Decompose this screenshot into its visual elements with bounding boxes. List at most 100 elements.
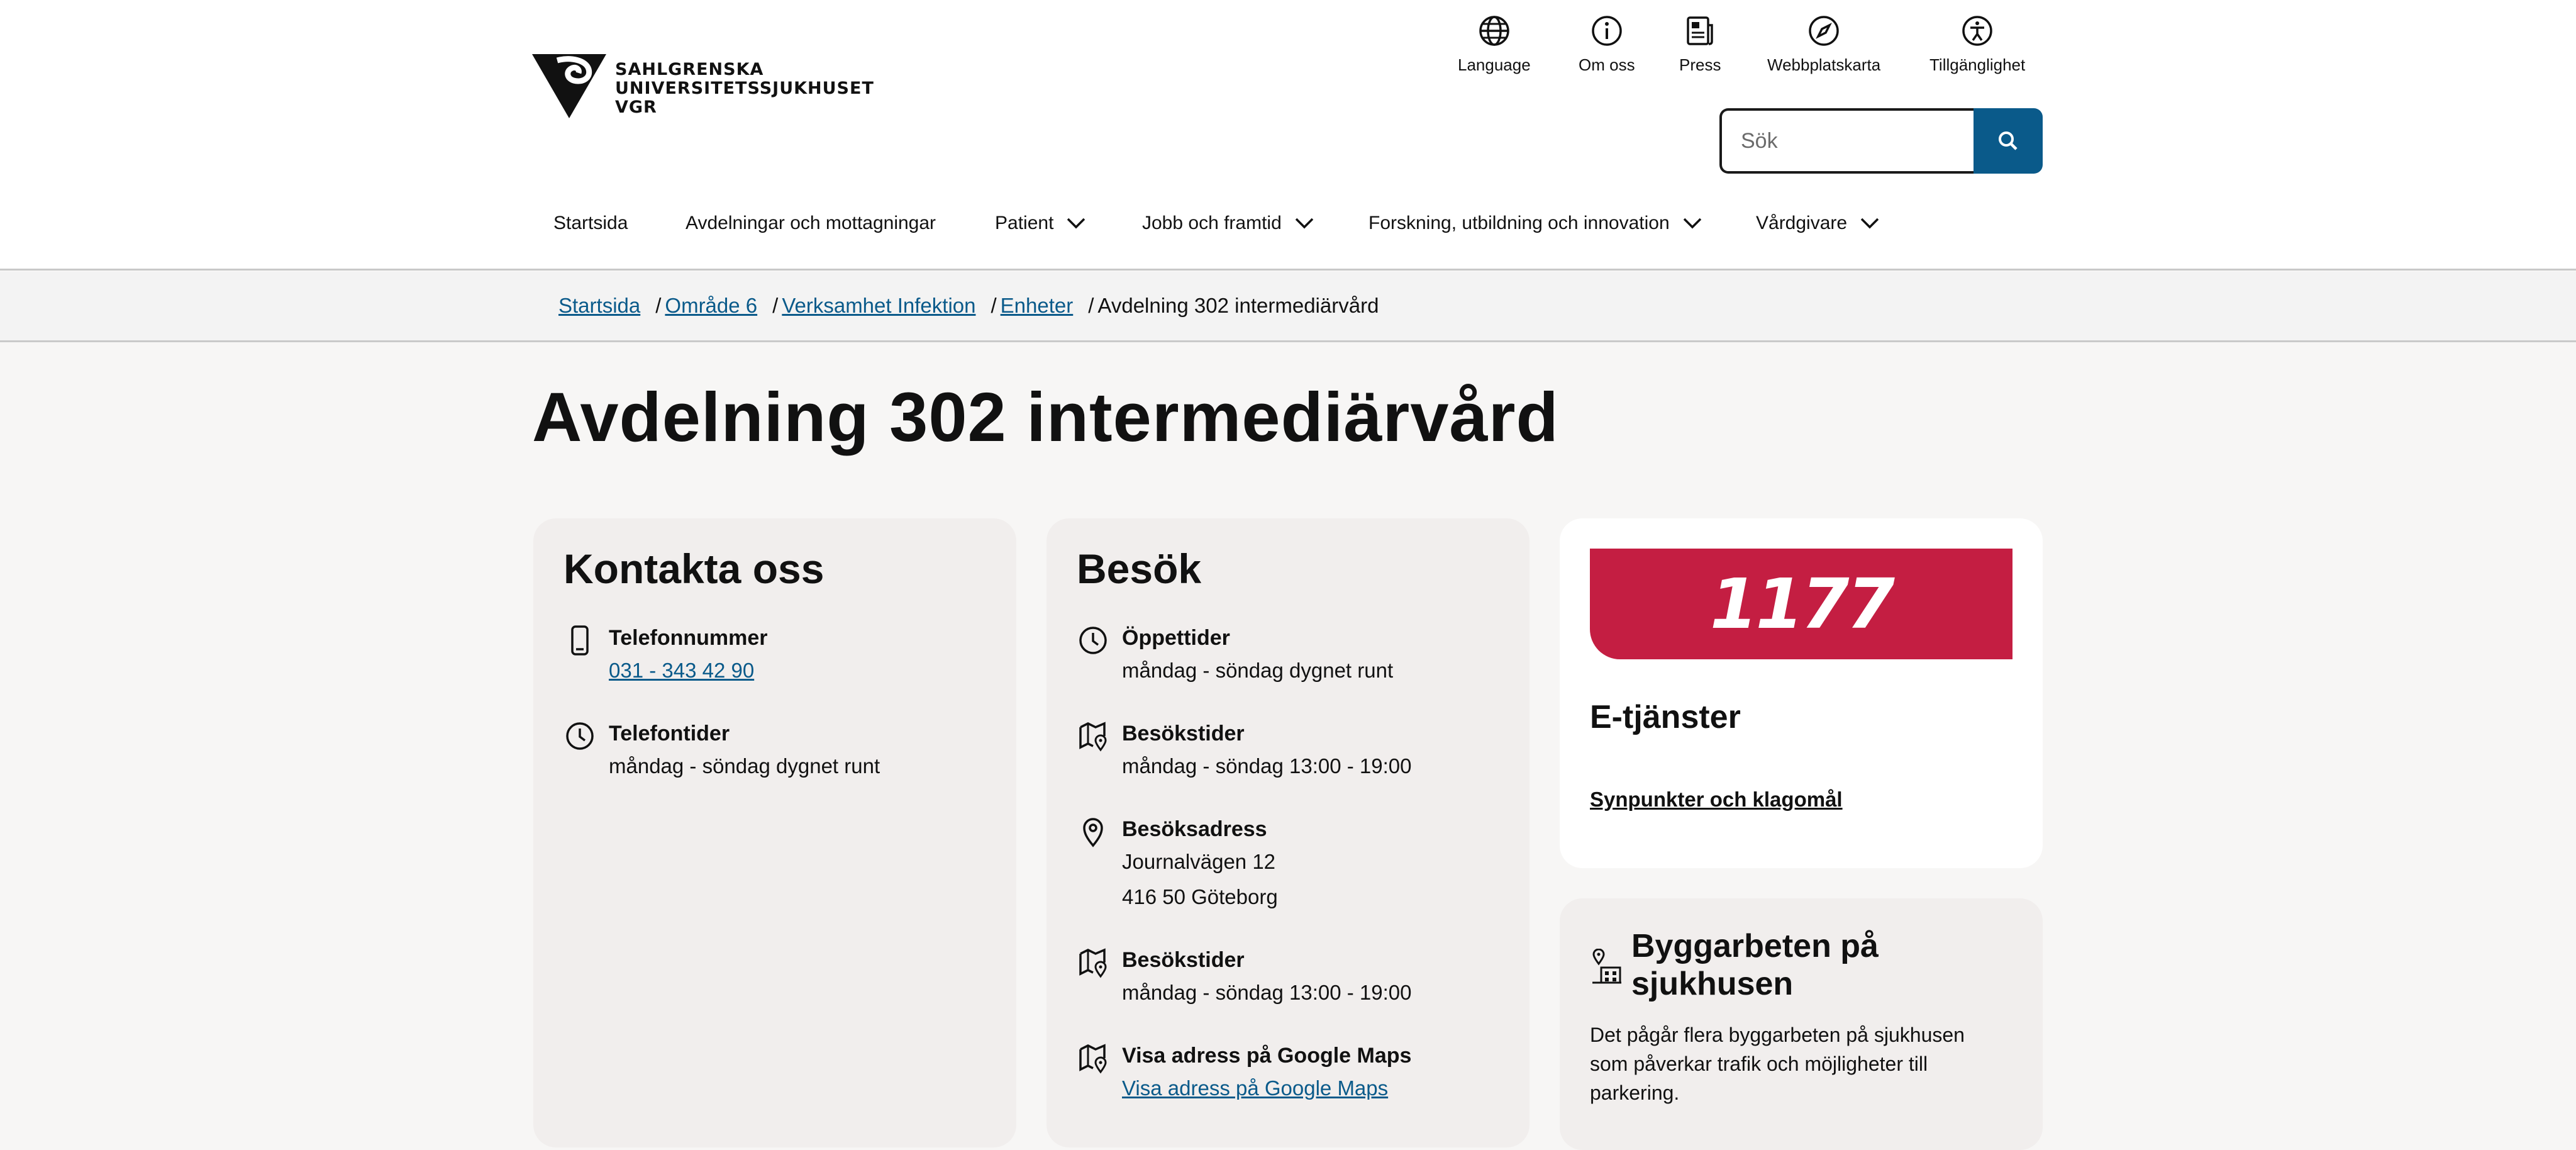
utility-sitemap-label: Webbplatskarta [1767,55,1881,74]
opening-hours-row: Öppettider måndag - söndag dygnet runt [1077,623,1393,688]
info-icon [1592,16,1622,46]
compass-icon [1809,16,1839,46]
banner-1177-logo: 1177 [1709,564,1895,644]
feedback-link[interactable]: Synpunkter och klagomål [1590,788,1843,812]
nav-item-forskning[interactable]: Forskning, utbildning och innovation [1368,213,1702,234]
map-pin-icon [1079,1044,1107,1074]
breadcrumb-current: Avdelning 302 intermediärvård [1097,294,1379,317]
google-maps-label: Visa adress på Google Maps [1122,1044,1412,1068]
address-line-1: Journalvägen 12 [1122,850,1276,873]
nav-item-label: Jobb och framtid [1142,213,1282,233]
visit-card: Besök Öppettider måndag - söndag dygnet … [1046,518,1530,1147]
phone-times-value: måndag - söndag dygnet runt [609,754,880,778]
construction-text-line: parkering. [1590,1081,1680,1104]
location-pin-icon [1083,818,1103,847]
nav-item-startsida[interactable]: Startsida [553,213,628,234]
construction-text-line: Det pågår flera byggarbeten på sjukhusen [1590,1024,1965,1046]
utility-press-label: Press [1679,55,1721,74]
site-header: SAHLGRENSKA UNIVERSITETSSJUKHUSET VGR La… [0,0,2576,271]
phone-link[interactable]: 031 - 343 42 90 [609,653,768,688]
address-line-2: 416 50 Göteborg [1122,885,1278,908]
chevron-down-icon [1683,218,1701,229]
construction-text: Det pågår flera byggarbeten på sjukhusen… [1590,1020,1965,1107]
construction-title: Byggarbeten på sjukhusen [1631,927,1879,1003]
contact-phone-row: Telefonnummer 031 - 343 42 90 [564,623,768,688]
logo-text: SAHLGRENSKA UNIVERSITETSSJUKHUSET VGR [615,60,874,117]
breadcrumb-link[interactable]: Område 6 [665,294,757,318]
map-pin-icon [1079,722,1107,752]
utility-sitemap[interactable]: Webbplatskarta [1767,13,1880,75]
visiting-hours-label: Besökstider [1122,722,1245,745]
logo-mark-icon [532,54,606,118]
nav-item-jobb[interactable]: Jobb och framtid [1142,213,1314,234]
contact-card: Kontakta oss Telefonnummer 031 - 343 42 … [533,518,1016,1147]
phone-label: Telefonnummer [609,626,768,650]
breadcrumb-link[interactable]: Verksamhet Infektion [782,294,975,318]
logo-line-1: SAHLGRENSKA [615,60,764,79]
construction-title-line-1: Byggarbeten på [1631,928,1879,964]
nav-item-vardgivare[interactable]: Vårdgivare [1756,213,1880,234]
utility-about[interactable]: Om oss [1579,13,1635,75]
search-field[interactable] [1719,108,1974,174]
visiting-address-row: Besöksadress Journalvägen 12 416 50 Göte… [1077,814,1278,915]
visiting-hours-value: måndag - söndag 13:00 - 19:00 [1122,981,1412,1004]
address-label: Besöksadress [1122,817,1267,841]
clock-icon [1079,627,1107,654]
breadcrumb-separator: / [1088,294,1094,317]
google-maps-link[interactable]: Visa adress på Google Maps [1122,1071,1411,1106]
nav-item-label: Startsida [553,213,628,233]
main-navigation: Startsida Avdelningar och mottagningar P… [0,213,2576,243]
breadcrumb-separator: / [655,294,662,317]
nav-item-avdelningar[interactable]: Avdelningar och mottagningar [686,213,936,234]
chevron-down-icon [1860,218,1879,229]
eservices-title: E-tjänster [1590,699,1741,735]
search-icon [1999,131,2018,150]
clock-icon [566,722,594,750]
nav-item-label: Vårdgivare [1756,213,1848,233]
breadcrumb-separator: / [991,294,997,317]
utility-about-label: Om oss [1579,55,1635,74]
eservices-card: 1177 E-tjänster Synpunkter och klagomål [1560,518,2043,868]
logo[interactable]: SAHLGRENSKA UNIVERSITETSSJUKHUSET VGR [532,54,874,118]
breadcrumb-link[interactable]: Startsida [558,294,640,318]
chevron-down-icon [1295,218,1314,229]
visiting-hours-value: måndag - söndag 13:00 - 19:00 [1122,754,1412,778]
breadcrumb-separator: / [772,294,779,317]
breadcrumb-link[interactable]: Enheter [1001,294,1074,318]
construction-card: Byggarbeten på sjukhusen Det pågår flera… [1560,898,2043,1150]
map-pin-icon [1079,948,1107,978]
page-title: Avdelning 302 intermediärvård [532,379,1559,456]
visiting-hours-row-2: Besökstider måndag - söndag 13:00 - 19:0… [1077,945,1412,1010]
construction-site-icon [1592,949,1621,984]
contact-times-row: Telefontider måndag - söndag dygnet runt [564,718,880,784]
logo-line-2: UNIVERSITETSSJUKHUSET [615,79,874,98]
banner-1177[interactable]: 1177 [1590,549,2012,659]
utility-language-label: Language [1458,55,1531,74]
google-maps-row: Visa adress på Google Maps Visa adress p… [1077,1041,1411,1106]
search-button[interactable] [1974,108,2043,174]
visiting-hours-row: Besökstider måndag - söndag 13:00 - 19:0… [1077,718,1412,784]
chevron-down-icon [1067,218,1085,229]
contact-card-title: Kontakta oss [564,545,824,592]
nav-item-label: Forskning, utbildning och innovation [1368,213,1670,233]
opening-hours-label: Öppettider [1122,626,1230,650]
visit-card-title: Besök [1077,545,1202,592]
construction-title-line-2: sjukhusen [1631,966,1794,1002]
globe-icon [1479,16,1509,46]
nav-item-patient[interactable]: Patient [995,213,1086,234]
utility-language[interactable]: Language [1458,13,1531,75]
utility-accessibility[interactable]: Tillgänglighet [1929,13,2025,75]
nav-item-label: Avdelningar och mottagningar [686,213,936,233]
search-input[interactable] [1741,128,1974,154]
newspaper-icon [1687,16,1713,45]
utility-press[interactable]: Press [1679,13,1721,75]
utility-accessibility-label: Tillgänglighet [1929,55,2026,74]
nav-item-label: Patient [995,213,1054,233]
construction-text-line: som påverkar trafik och möjligheter till [1590,1052,1928,1075]
visiting-hours-label: Besökstider [1122,948,1245,972]
breadcrumb: Startsida / Område 6 / Verksamhet Infekt… [558,293,1379,318]
accessibility-icon [1962,16,1992,46]
mobile-phone-icon [571,625,589,656]
search-form [1719,108,2043,174]
opening-hours-value: måndag - söndag dygnet runt [1122,659,1394,682]
